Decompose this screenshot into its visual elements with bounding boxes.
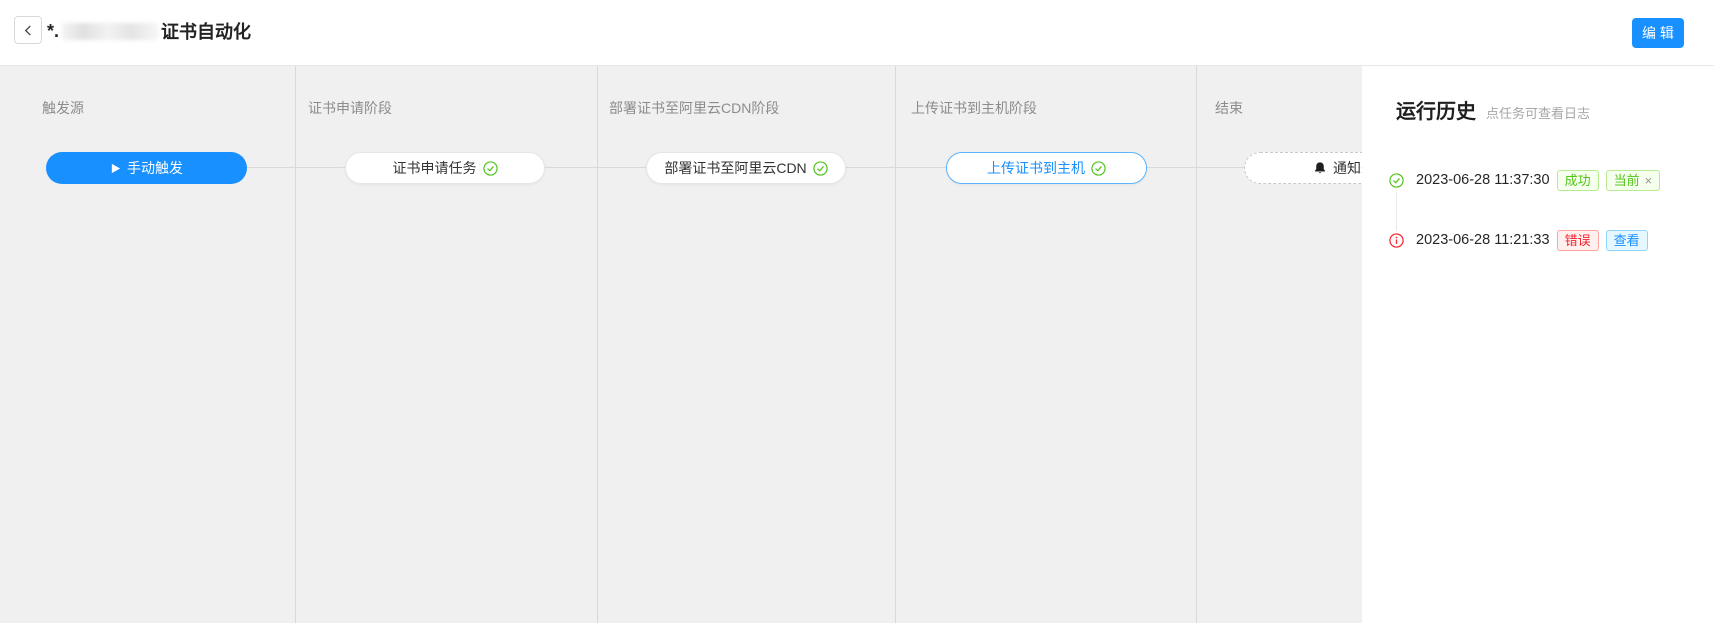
column-label: 部署证书至阿里云CDN阶段: [609, 98, 779, 118]
node-deploy-cdn-task[interactable]: 部署证书至阿里云CDN: [646, 152, 846, 184]
history-entry[interactable]: 2023-06-28 11:21:33 错误 查看: [1389, 229, 1648, 251]
bell-icon: [1313, 161, 1327, 175]
node-label: 证书申请任务: [393, 158, 477, 178]
view-log-button[interactable]: 查看: [1606, 230, 1648, 251]
run-history-title: 运行历史: [1396, 95, 1476, 124]
error-circle-icon: [1389, 233, 1404, 248]
status-badge-error: 错误: [1557, 230, 1599, 251]
run-history-subtitle: 点任务可查看日志: [1486, 103, 1590, 122]
node-upload-host-task[interactable]: 上传证书到主机: [946, 152, 1147, 184]
column-label: 上传证书到主机阶段: [911, 98, 1037, 118]
history-timestamp[interactable]: 2023-06-28 11:21:33: [1416, 232, 1550, 248]
current-badge-label: 当前: [1614, 170, 1640, 191]
status-badge-label: 错误: [1565, 230, 1591, 251]
run-history-header: 运行历史 点任务可查看日志: [1396, 95, 1590, 124]
view-log-label: 查看: [1614, 230, 1640, 251]
node-cert-apply-task[interactable]: 证书申请任务: [345, 152, 545, 184]
node-label: 部署证书至阿里云CDN: [664, 158, 806, 178]
check-circle-icon: [483, 161, 498, 176]
node-label: 上传证书到主机: [987, 158, 1085, 178]
column-deploy-cdn: 部署证书至阿里云CDN阶段: [597, 66, 895, 623]
status-badge-label: 成功: [1565, 170, 1591, 191]
redacted-title-segment: [62, 23, 158, 40]
play-icon: [110, 163, 121, 174]
page-title: *. 证书自动化: [47, 0, 251, 62]
edit-button[interactable]: 编 辑: [1632, 18, 1684, 48]
status-badge-success: 成功: [1557, 170, 1599, 191]
column-label: 触发源: [42, 98, 84, 118]
close-icon[interactable]: ×: [1645, 170, 1653, 191]
chevron-left-icon: [23, 25, 34, 36]
page-header: *. 证书自动化 编 辑: [0, 0, 1714, 66]
current-badge[interactable]: 当前 ×: [1606, 170, 1661, 191]
column-trigger-source: 触发源: [0, 66, 295, 623]
history-entry[interactable]: 2023-06-28 11:37:30 成功 当前 ×: [1389, 169, 1660, 191]
column-cert-apply: 证书申请阶段: [295, 66, 597, 623]
run-history-panel: 运行历史 点任务可查看日志 2023-06-28 11:37:30 成功 当前 …: [1362, 66, 1714, 623]
column-upload-host: 上传证书到主机阶段: [895, 66, 1196, 623]
check-circle-icon: [813, 161, 828, 176]
back-button[interactable]: [14, 16, 42, 44]
page-title-prefix: *.: [47, 21, 59, 42]
success-circle-icon: [1389, 173, 1404, 188]
node-manual-trigger[interactable]: 手动触发: [46, 152, 247, 184]
node-label: 手动触发: [127, 158, 183, 178]
page-title-suffix: 证书自动化: [161, 18, 251, 44]
check-circle-icon: [1091, 161, 1106, 176]
timeline-connector: [1396, 191, 1397, 231]
column-label: 证书申请阶段: [308, 98, 392, 118]
column-label: 结束: [1215, 98, 1243, 118]
history-timestamp[interactable]: 2023-06-28 11:37:30: [1416, 172, 1550, 188]
